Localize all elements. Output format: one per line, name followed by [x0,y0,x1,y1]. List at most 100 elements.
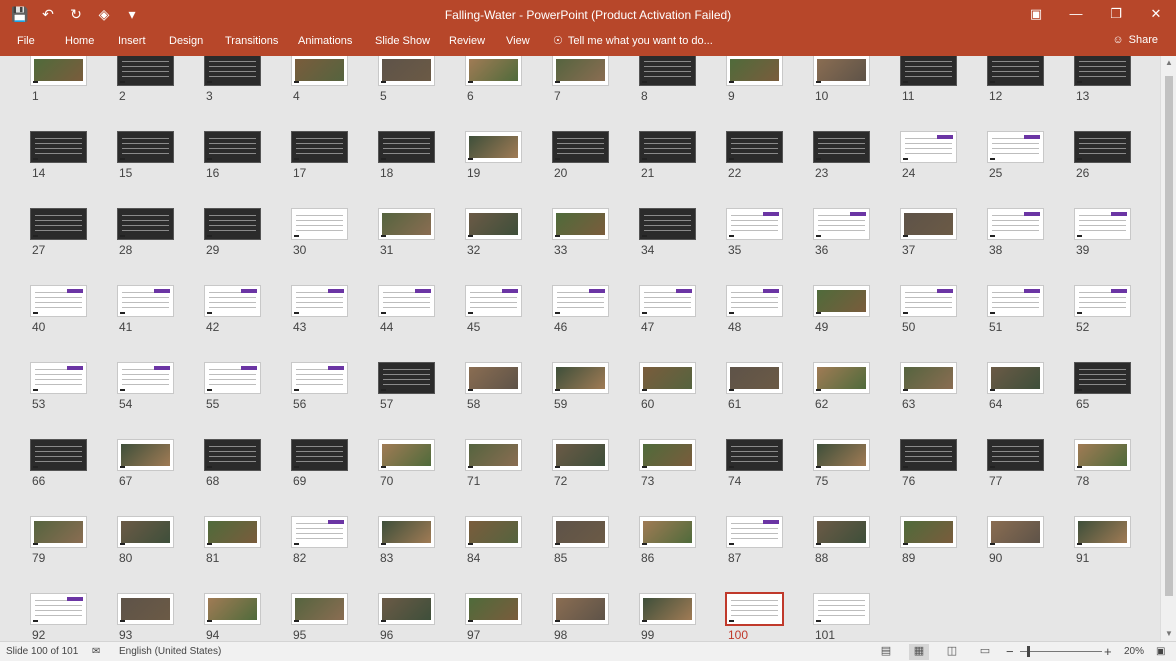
slide-preview[interactable] [726,208,783,240]
slide-thumbnail[interactable]: 30 [261,208,351,258]
slide-thumbnail[interactable]: 89 [870,516,960,566]
slide-thumbnail[interactable]: 63 [870,362,960,412]
slide-preview[interactable] [813,285,870,317]
slide-preview[interactable] [639,131,696,163]
slide-thumbnail[interactable]: 56 [261,362,351,412]
slide-thumbnail[interactable]: 26 [1044,131,1134,181]
slide-preview[interactable] [726,285,783,317]
slide-preview[interactable] [465,285,522,317]
slide-thumbnail[interactable]: 90 [957,516,1047,566]
slide-thumbnail[interactable]: 71 [435,439,525,489]
slide-thumbnail[interactable]: 52 [1044,285,1134,335]
slide-thumbnail[interactable]: 73 [609,439,699,489]
slide-thumbnail[interactable]: 92 [0,593,90,641]
slide-thumbnail[interactable]: 15 [87,131,177,181]
slide-preview[interactable] [465,439,522,471]
slide-thumbnail[interactable]: 22 [696,131,786,181]
slide-preview[interactable] [552,439,609,471]
vertical-scrollbar[interactable]: ▲ ▼ [1160,56,1176,641]
slide-preview[interactable] [291,516,348,548]
notes-view-icon[interactable]: ▤ [876,644,896,660]
slide-preview[interactable] [30,208,87,240]
slide-thumbnail[interactable]: 10 [783,56,873,104]
slide-preview[interactable] [900,439,957,471]
tab-animations[interactable]: Animations [298,35,352,47]
slide-thumbnail[interactable]: 14 [0,131,90,181]
slide-thumbnail[interactable]: 79 [0,516,90,566]
slide-thumbnail[interactable]: 33 [522,208,612,258]
slide-thumbnail[interactable]: 38 [957,208,1047,258]
slide-preview[interactable] [465,362,522,394]
minimize-icon[interactable]: — [1056,0,1096,30]
slide-preview[interactable] [552,131,609,163]
slide-preview[interactable] [117,285,174,317]
slide-thumbnail[interactable]: 28 [87,208,177,258]
ribbon-display-icon[interactable]: ▣ [1016,0,1056,30]
slide-preview[interactable] [117,439,174,471]
slide-preview[interactable] [204,208,261,240]
slide-preview[interactable] [987,208,1044,240]
slide-preview[interactable] [291,593,348,625]
slide-preview[interactable] [117,593,174,625]
slide-thumbnail[interactable]: 66 [0,439,90,489]
slide-preview[interactable] [204,285,261,317]
slide-thumbnail[interactable]: 77 [957,439,1047,489]
slide-thumbnail[interactable]: 32 [435,208,525,258]
slide-thumbnail[interactable]: 49 [783,285,873,335]
slide-thumbnail[interactable]: 43 [261,285,351,335]
slide-preview[interactable] [204,516,261,548]
slide-thumbnail[interactable]: 61 [696,362,786,412]
slide-preview[interactable] [813,593,870,625]
slide-preview[interactable] [117,362,174,394]
slide-thumbnail[interactable]: 68 [174,439,264,489]
slide-preview[interactable] [117,56,174,86]
slide-preview[interactable] [726,439,783,471]
slide-preview[interactable] [117,208,174,240]
zoom-out-icon[interactable]: − [1006,644,1014,659]
slide-thumbnail[interactable]: 76 [870,439,960,489]
slide-thumbnail[interactable]: 27 [0,208,90,258]
slide-thumbnail[interactable]: 13 [1044,56,1134,104]
slide-thumbnail[interactable]: 42 [174,285,264,335]
slide-thumbnail[interactable]: 45 [435,285,525,335]
slide-preview[interactable] [30,131,87,163]
tab-review[interactable]: Review [449,35,485,47]
slide-preview[interactable] [291,362,348,394]
slide-thumbnail[interactable]: 82 [261,516,351,566]
slide-thumbnail[interactable]: 8 [609,56,699,104]
slide-preview[interactable] [552,593,609,625]
slide-thumbnail[interactable]: 98 [522,593,612,641]
slide-thumbnail[interactable]: 99 [609,593,699,641]
slide-preview[interactable] [1074,131,1131,163]
slide-preview[interactable] [900,208,957,240]
slide-preview[interactable] [465,593,522,625]
zoom-slider-handle[interactable] [1026,646,1030,657]
slide-preview[interactable] [987,285,1044,317]
slide-preview[interactable] [378,362,435,394]
slide-preview[interactable] [30,516,87,548]
slide-thumbnail[interactable]: 21 [609,131,699,181]
slide-thumbnail[interactable]: 39 [1044,208,1134,258]
slide-thumbnail[interactable]: 86 [609,516,699,566]
slide-preview[interactable] [30,439,87,471]
slide-preview[interactable] [639,439,696,471]
slide-thumbnail[interactable]: 69 [261,439,351,489]
slide-thumbnail[interactable]: 81 [174,516,264,566]
slide-thumbnail[interactable]: 91 [1044,516,1134,566]
slide-thumbnail[interactable]: 94 [174,593,264,641]
slide-preview[interactable] [465,56,522,86]
slide-preview[interactable] [1074,285,1131,317]
slide-preview[interactable] [1074,362,1131,394]
slide-thumbnail[interactable]: 67 [87,439,177,489]
slide-preview[interactable] [30,285,87,317]
slide-preview[interactable] [1074,208,1131,240]
slide-thumbnail[interactable]: 84 [435,516,525,566]
slide-preview[interactable] [1074,439,1131,471]
slide-thumbnail[interactable]: 62 [783,362,873,412]
slide-thumbnail[interactable]: 93 [87,593,177,641]
tab-transitions[interactable]: Transitions [225,35,278,47]
slide-preview[interactable] [291,439,348,471]
slide-thumbnail[interactable]: 5 [348,56,438,104]
tab-file[interactable]: File [17,35,35,47]
close-icon[interactable]: ✕ [1136,0,1176,30]
